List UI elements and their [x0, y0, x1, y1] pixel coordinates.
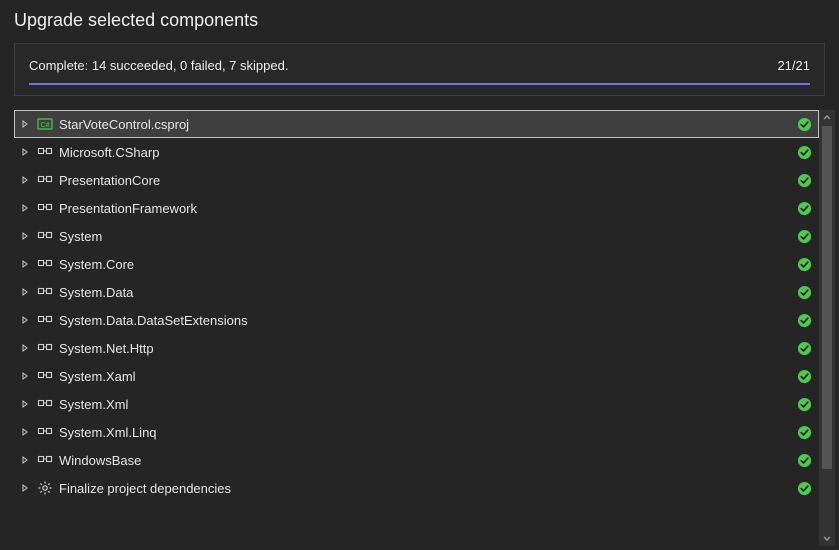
list-container: C# StarVoteControl.csproj Microsoft.CSharp…: [0, 110, 839, 550]
success-icon: [796, 144, 812, 160]
list-item[interactable]: System.Data.DataSetExtensions: [14, 306, 819, 334]
success-icon: [796, 312, 812, 328]
list-item[interactable]: System.Core: [14, 250, 819, 278]
success-icon: [796, 340, 812, 356]
scroll-up-button[interactable]: [819, 110, 835, 126]
success-icon: [796, 228, 812, 244]
item-label: PresentationFramework: [59, 201, 790, 216]
item-label: System.Data.DataSetExtensions: [59, 313, 790, 328]
status-row: Complete: 14 succeeded, 0 failed, 7 skip…: [29, 58, 810, 73]
status-box: Complete: 14 succeeded, 0 failed, 7 skip…: [14, 43, 825, 96]
item-label: System: [59, 229, 790, 244]
item-label: System.Net.Http: [59, 341, 790, 356]
success-icon: [796, 200, 812, 216]
list-item[interactable]: System: [14, 222, 819, 250]
item-label: StarVoteControl.csproj: [59, 117, 790, 132]
expander-icon[interactable]: [19, 118, 31, 130]
item-label: System.Xaml: [59, 369, 790, 384]
item-label: Microsoft.CSharp: [59, 145, 790, 160]
progress-bar: [29, 83, 810, 85]
list-item[interactable]: System.Xml.Linq: [14, 418, 819, 446]
list-item[interactable]: System.Net.Http: [14, 334, 819, 362]
success-icon: [796, 452, 812, 468]
expander-icon[interactable]: [19, 230, 31, 242]
gear-icon: [37, 480, 53, 496]
svg-text:C#: C#: [41, 122, 50, 129]
ref-icon: [37, 424, 53, 440]
scroll-down-button[interactable]: [819, 530, 835, 546]
expander-icon[interactable]: [19, 482, 31, 494]
expander-icon[interactable]: [19, 342, 31, 354]
status-counter: 21/21: [777, 58, 810, 73]
page-title: Upgrade selected components: [0, 0, 839, 43]
scrollbar[interactable]: [819, 110, 835, 546]
success-icon: [796, 116, 812, 132]
expander-icon[interactable]: [19, 454, 31, 466]
item-label: System.Core: [59, 257, 790, 272]
success-icon: [796, 284, 812, 300]
scroll-thumb[interactable]: [822, 126, 832, 469]
upgrade-panel: Upgrade selected components Complete: 14…: [0, 0, 839, 550]
expander-icon[interactable]: [19, 286, 31, 298]
success-icon: [796, 256, 812, 272]
expander-icon[interactable]: [19, 314, 31, 326]
component-list[interactable]: C# StarVoteControl.csproj Microsoft.CSharp…: [14, 110, 819, 546]
item-label: System.Xml.Linq: [59, 425, 790, 440]
scroll-track[interactable]: [819, 126, 835, 530]
item-label: Finalize project dependencies: [59, 481, 790, 496]
expander-icon[interactable]: [19, 146, 31, 158]
expander-icon[interactable]: [19, 174, 31, 186]
ref-icon: [37, 340, 53, 356]
item-label: System.Xml: [59, 397, 790, 412]
item-label: PresentationCore: [59, 173, 790, 188]
ref-icon: [37, 228, 53, 244]
item-label: WindowsBase: [59, 453, 790, 468]
csproj-icon: C#: [37, 116, 53, 132]
expander-icon[interactable]: [19, 202, 31, 214]
list-item[interactable]: System.Xaml: [14, 362, 819, 390]
list-item[interactable]: System.Data: [14, 278, 819, 306]
expander-icon[interactable]: [19, 258, 31, 270]
ref-icon: [37, 284, 53, 300]
success-icon: [796, 396, 812, 412]
ref-icon: [37, 256, 53, 272]
expander-icon[interactable]: [19, 370, 31, 382]
ref-icon: [37, 144, 53, 160]
ref-icon: [37, 312, 53, 328]
list-item[interactable]: WindowsBase: [14, 446, 819, 474]
expander-icon[interactable]: [19, 426, 31, 438]
list-item[interactable]: System.Xml: [14, 390, 819, 418]
status-text: Complete: 14 succeeded, 0 failed, 7 skip…: [29, 58, 288, 73]
list-item[interactable]: PresentationFramework: [14, 194, 819, 222]
progress-fill: [29, 83, 810, 85]
ref-icon: [37, 452, 53, 468]
ref-icon: [37, 396, 53, 412]
ref-icon: [37, 368, 53, 384]
ref-icon: [37, 172, 53, 188]
list-item[interactable]: Finalize project dependencies: [14, 474, 819, 502]
success-icon: [796, 424, 812, 440]
success-icon: [796, 480, 812, 496]
list-item[interactable]: Microsoft.CSharp: [14, 138, 819, 166]
list-item[interactable]: C# StarVoteControl.csproj: [14, 110, 819, 138]
ref-icon: [37, 200, 53, 216]
expander-icon[interactable]: [19, 398, 31, 410]
list-item[interactable]: PresentationCore: [14, 166, 819, 194]
item-label: System.Data: [59, 285, 790, 300]
success-icon: [796, 368, 812, 384]
success-icon: [796, 172, 812, 188]
